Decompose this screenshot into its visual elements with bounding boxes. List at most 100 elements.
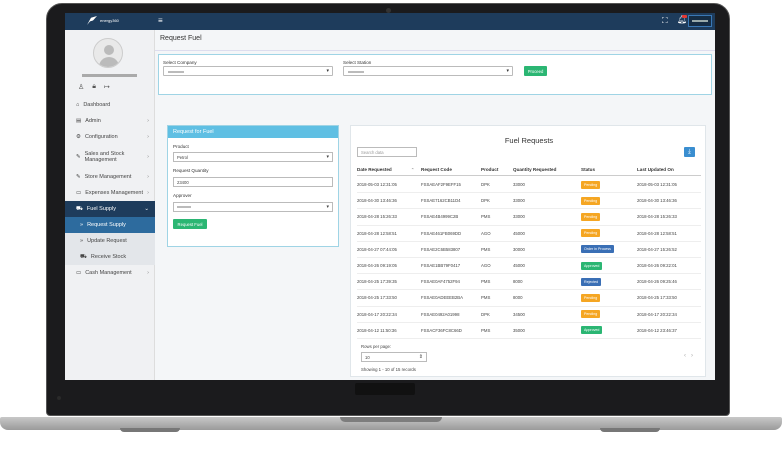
sidebar-item-expenses[interactable]: ▭ Expenses Management › xyxy=(65,185,155,201)
quantity-input[interactable]: 23400 xyxy=(173,177,333,187)
table-cell: 2018-05-03 12:31:05 xyxy=(637,182,677,188)
column-header[interactable]: Request Code xyxy=(421,167,481,172)
sort-icon[interactable]: ⌃ xyxy=(411,167,414,172)
brand-name: energy360 xyxy=(100,18,119,23)
proceed-button[interactable]: Proceed xyxy=(524,66,547,76)
column-header[interactable]: Last Updated On xyxy=(637,167,701,172)
table-cell: FSSAE0ADEEEB2BA xyxy=(421,295,464,301)
user-icon[interactable]: ♙ xyxy=(78,83,84,91)
laptop-foot-left xyxy=(120,428,180,432)
table-cell: Pending xyxy=(581,229,637,238)
sidebar-nav: ⌂ Dashboard ▤ Admin › ⚙ Configuration › ✎ Sale… xyxy=(65,97,155,281)
avatar xyxy=(93,38,123,68)
download-button[interactable]: ⤓ xyxy=(684,147,695,157)
sidebar-item-admin[interactable]: ▤ Admin › xyxy=(65,113,155,129)
table-cell: 2018-04-28 12:58:51 xyxy=(357,230,397,236)
logout-icon[interactable]: ↦ xyxy=(104,83,110,91)
search-input[interactable]: Search data xyxy=(357,147,417,157)
user-menu[interactable] xyxy=(688,15,712,27)
product-select-value: Petrol xyxy=(177,154,188,160)
fuel-requests-panel: Fuel Requests Search data ⤓ Date Request… xyxy=(350,125,706,377)
chevron-down-icon: ▾ xyxy=(326,204,329,210)
table-cell: Pending xyxy=(581,212,637,221)
sidebar-item-label: Fuel Supply xyxy=(86,206,116,212)
request-fuel-form: Request for Fuel Product Petrol ▾ Request… xyxy=(167,125,339,247)
station-select[interactable]: ▾ xyxy=(343,66,513,76)
table-cell: DPK xyxy=(481,198,490,204)
table-cell: Pending xyxy=(581,180,637,189)
column-header-label: Date Requested xyxy=(357,167,392,172)
app-screen: energy360 ≡ ⛶ 🔔︎ ♙ 🔒︎ ↦ ⌂ Dashboard ▤ Admi… xyxy=(65,13,715,380)
table-row[interactable]: 2018-04-26 09:19:05 FSSAE1BB79F0417 AGO 450… xyxy=(357,258,701,275)
sidebar-item-configuration[interactable]: ⚙ Configuration › xyxy=(65,129,155,145)
sidebar-item-update-request[interactable]: » Update Request xyxy=(65,233,155,249)
sidebar-item-receive-stock[interactable]: ⛟ Receive Stock xyxy=(65,249,155,265)
sidebar-item-fuel-supply[interactable]: ⛟ Fuel Supply ⌄ xyxy=(65,201,155,217)
company-select[interactable]: ▾ xyxy=(163,66,333,76)
sidebar-item-sales-stock[interactable]: ✎ Sales and Stock Management › xyxy=(65,145,155,169)
table-cell: PMS xyxy=(481,279,491,285)
table-cell: Pending xyxy=(581,196,637,205)
column-header[interactable]: Date Requested ⌃ xyxy=(357,167,421,172)
table-row[interactable]: 2018-04-28 15:26:33 FSSAE4B4999C2B PMS 3300… xyxy=(357,209,701,226)
table-cell: 33000 xyxy=(513,198,525,204)
status-badge: Approved xyxy=(581,326,603,335)
table-cell: 2018-04-26 09:25:46 xyxy=(637,279,677,285)
table-cell: 2018-04-27 15:26:52 xyxy=(637,246,677,252)
table-cell: 2018-04-25 17:39:35 xyxy=(357,279,397,285)
sidebar-item-cash-management[interactable]: ▭ Cash Management › xyxy=(65,265,155,281)
table-cell: FSSACF36FC8C66D xyxy=(421,327,462,333)
product-select[interactable]: Petrol ▾ xyxy=(173,152,333,162)
sidebar-item-dashboard[interactable]: ⌂ Dashboard xyxy=(65,97,155,113)
table-cell: 2018-04-25 17:33:50 xyxy=(637,295,677,301)
approver-select[interactable]: ▾ xyxy=(173,202,333,212)
lock-icon[interactable]: 🔒︎ xyxy=(92,83,96,91)
sidebar-item-request-supply[interactable]: » Request Supply xyxy=(65,217,155,233)
column-header[interactable]: Product xyxy=(481,167,513,172)
column-header[interactable]: Quantity Requested xyxy=(513,167,581,172)
chevron-down-icon: ▾ xyxy=(326,154,329,160)
avatar-head xyxy=(104,45,114,55)
column-header[interactable]: Status xyxy=(581,167,637,172)
table-cell: 33000 xyxy=(513,214,525,220)
table-cell: 2018-04-12 11:50:36 xyxy=(357,327,397,333)
table-cell: 2018-04-12 23:46:37 xyxy=(637,327,677,333)
table-cell: 35000 xyxy=(513,327,525,333)
pencil-icon: ✎ xyxy=(76,154,81,160)
table-row[interactable]: 2018-05-03 12:31:05 FSSAEAF2F9EFF15 DPK 330… xyxy=(357,177,701,194)
sidebar-item-store-management[interactable]: ✎ Store Management › xyxy=(65,169,155,185)
table-row[interactable]: 2018-04-12 11:50:36 FSSACF36FC8C66D PMS 350… xyxy=(357,323,701,339)
sidebar-item-label: Admin xyxy=(85,118,101,124)
sidebar-item-label: Dashboard xyxy=(83,102,111,108)
table-row[interactable]: 2018-04-27 07:44:05 FSSAE2C6B583807 PMS 300… xyxy=(357,242,701,258)
next-page-icon[interactable]: › xyxy=(691,353,693,359)
table-row[interactable]: 2018-04-25 17:39:35 FSSAE0AF4752F94 PMS 800… xyxy=(357,274,701,291)
approver-select-value-placeholder xyxy=(177,206,191,208)
prev-page-icon[interactable]: ‹ xyxy=(684,353,686,359)
request-fuel-button[interactable]: Request Fuel xyxy=(173,219,207,229)
avatar-body xyxy=(99,57,119,67)
rows-per-page-value: 10 xyxy=(365,354,370,360)
brand-mark-icon xyxy=(87,16,97,25)
hamburger-icon[interactable]: ≡ xyxy=(158,17,163,25)
table-cell: 2018-04-30 13:46:36 xyxy=(637,198,677,204)
table-row[interactable]: 2018-04-30 13:46:36 FSSAE7162CB11D4 DPK 330… xyxy=(357,193,701,210)
chevron-right-icon: › xyxy=(147,118,149,124)
table-row[interactable]: 2018-04-17 20:22:34 FSSAE0492A01998 DPK 345… xyxy=(357,307,701,323)
expand-icon[interactable]: ⛶ xyxy=(662,17,668,25)
table-cell: Pending xyxy=(581,293,637,302)
table-cell: AGO xyxy=(481,230,491,236)
table-row[interactable]: 2018-04-28 12:58:51 FSSAE461FB069DD AGO 450… xyxy=(357,226,701,242)
table-cell: Rejected xyxy=(581,277,637,286)
status-badge: Pending xyxy=(581,293,601,302)
sidebar-item-label: Cash Management xyxy=(85,270,132,276)
table-cell: 2018-04-28 12:58:51 xyxy=(637,230,677,236)
chevron-right-icon: › xyxy=(147,270,149,276)
rows-per-page-select[interactable]: 10 ⇕ xyxy=(361,352,427,362)
brand-logo[interactable]: energy360 xyxy=(87,16,119,25)
gear-icon: ⚙ xyxy=(76,134,81,140)
table-cell: DPK xyxy=(481,182,490,188)
table-header: Date Requested ⌃ Request Code Product Qua… xyxy=(357,164,701,176)
table-row[interactable]: 2018-04-25 17:33:50 FSSAE0ADEEEB2BA PMS 800… xyxy=(357,290,701,307)
table-cell: 8000 xyxy=(513,295,523,301)
